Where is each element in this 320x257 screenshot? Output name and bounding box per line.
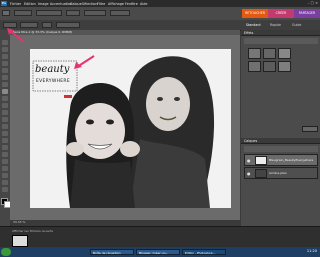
taskbar-item-3[interactable]: Editor - Photoshop... (182, 249, 226, 255)
option-chip-2[interactable] (36, 10, 62, 16)
bin-label[interactable]: Afficher les fichiers ouverts (12, 229, 53, 233)
taskbar-item-2[interactable]: Blogger: Créer un... (136, 249, 180, 255)
pencil-tool-icon[interactable] (2, 187, 8, 192)
paint-bucket-tool-icon[interactable] (2, 152, 8, 157)
marquee-tool-icon[interactable] (2, 68, 8, 73)
option-chip-4[interactable] (84, 10, 106, 16)
red-eye-tool-icon[interactable] (2, 110, 8, 115)
taskbar-item-1[interactable]: Boîte de réception (90, 249, 134, 255)
eyedropper-tool-icon[interactable] (2, 61, 8, 66)
window-controls[interactable]: – □ × (308, 1, 318, 5)
lasso-tool-icon[interactable] (2, 75, 8, 80)
recompose-tool-icon[interactable] (2, 103, 8, 108)
toolbar-button-4[interactable] (56, 22, 80, 28)
subtab-guided[interactable]: Guide (292, 23, 301, 27)
menu-filter[interactable]: Filtre (97, 2, 105, 6)
subtab-quick[interactable]: Rapide (270, 23, 281, 27)
blur-tool-icon[interactable] (2, 173, 8, 178)
layer-row-background[interactable]: ● Arrière-plan (244, 167, 318, 179)
photo-canvas[interactable]: beauty EVERYWHERE (30, 49, 231, 208)
effect-swatch-3[interactable] (278, 48, 291, 59)
tab-share[interactable]: PARTAGER (294, 9, 320, 18)
shape-tool-icon[interactable] (2, 166, 8, 171)
layers-panel-header[interactable]: Calques (241, 138, 320, 144)
layer-thumbnail (255, 169, 267, 178)
brush-tool-icon[interactable] (2, 138, 8, 143)
menu-edit[interactable]: Edition (24, 2, 36, 6)
project-bin: Afficher les fichiers ouverts (0, 226, 320, 248)
menu-bar: Ps Fichier Edition Image Accentuation Ca… (0, 0, 320, 7)
menu-image[interactable]: Image (38, 2, 49, 6)
clock: 11:20 (306, 249, 317, 253)
tab-create[interactable]: CRÉER (268, 9, 294, 18)
tool-preset-picker[interactable] (2, 10, 10, 16)
effects-panel-header[interactable]: Effets (241, 30, 320, 36)
effect-swatch-1[interactable] (248, 48, 261, 59)
annotation-arrow-1 (7, 28, 25, 43)
text-tool-icon[interactable] (2, 89, 8, 94)
smart-brush-tool-icon[interactable] (2, 145, 8, 150)
overlay-text-beauty[interactable]: beauty (35, 64, 69, 75)
effect-swatch-6[interactable] (278, 61, 291, 72)
eye-icon[interactable]: ● (247, 171, 251, 176)
sponge-tool-icon[interactable] (2, 180, 8, 185)
layer-name[interactable]: Bleugrain_BeautyEverywhere (269, 158, 313, 162)
layers-panel-toolbar (244, 146, 318, 152)
bin-thumbnail[interactable] (12, 235, 28, 247)
menu-layer[interactable]: Calque (70, 2, 82, 6)
effect-swatch-2[interactable] (263, 48, 276, 59)
options-bar: RETOUCHER CRÉER PARTAGER (0, 7, 320, 21)
option-chip-1[interactable] (14, 10, 32, 16)
eraser-tool-icon[interactable] (2, 131, 8, 136)
toolbar-button-3[interactable] (42, 22, 52, 28)
zoom-tool-icon[interactable] (2, 47, 8, 52)
annotation-arrow-2 (74, 55, 95, 69)
effect-swatch-5[interactable] (263, 61, 276, 72)
hand-tool-icon[interactable] (2, 54, 8, 59)
magic-wand-tool-icon[interactable] (2, 82, 8, 87)
menu-help[interactable]: Aide (140, 2, 148, 6)
apply-effect-button[interactable] (302, 126, 318, 132)
healing-brush-tool-icon[interactable] (2, 117, 8, 122)
app-logo-icon: Ps (1, 1, 7, 6)
tab-edit[interactable]: RETOUCHER (242, 9, 268, 18)
eye-icon[interactable]: ● (247, 158, 251, 163)
status-bar: 33,33 % (10, 220, 240, 225)
menu-enhance[interactable]: Accentuation (50, 2, 72, 6)
zoom-level[interactable]: 33,33 % (13, 220, 25, 225)
start-button[interactable] (1, 248, 11, 256)
subtab-full-edit[interactable]: Standard (246, 23, 261, 27)
menu-view[interactable]: Affichage (108, 2, 124, 6)
layer-name[interactable]: Arrière-plan (269, 171, 287, 175)
effects-panel-toolbar (244, 38, 318, 44)
layer-thumbnail (255, 156, 267, 165)
gradient-tool-icon[interactable] (2, 159, 8, 164)
option-chip-3[interactable] (66, 10, 80, 16)
text-commit-button[interactable] (64, 95, 72, 98)
option-chip-5[interactable] (110, 10, 130, 16)
effect-swatch-4[interactable] (248, 61, 261, 72)
menu-select[interactable]: Sélection (82, 2, 98, 6)
crop-tool-icon[interactable] (2, 96, 8, 101)
taskbar: Boîte de réception Blogger: Créer un... … (0, 247, 320, 257)
menu-window[interactable]: Fenêtre (125, 2, 138, 6)
menu-file[interactable]: Fichier (10, 2, 21, 6)
overlay-text-everywhere[interactable]: EVERYWHERE (36, 79, 70, 84)
clone-stamp-tool-icon[interactable] (2, 124, 8, 129)
layer-row-text[interactable]: ● Bleugrain_BeautyEverywhere (244, 154, 318, 166)
